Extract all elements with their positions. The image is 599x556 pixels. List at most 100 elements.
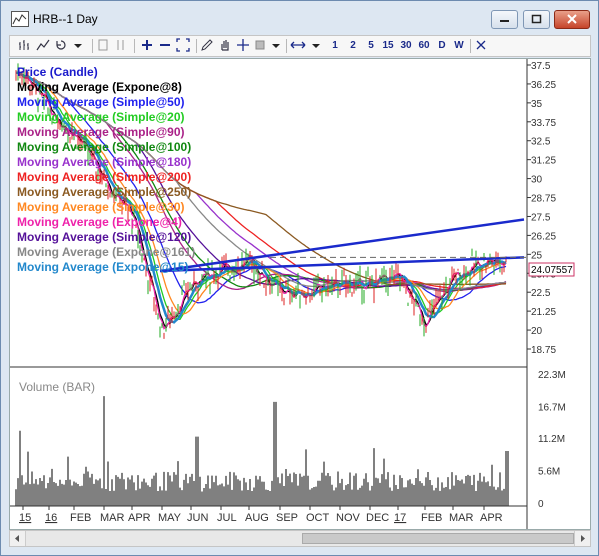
last-price-label: 24.07557 <box>531 265 573 276</box>
toolbar-divider <box>196 39 197 53</box>
minimize-icon <box>499 20 509 22</box>
legend-entry: Moving Average (Expone@161) <box>17 245 195 259</box>
period-daily-button[interactable]: D <box>435 38 449 54</box>
volume-tick-label: 22.3M <box>538 370 566 381</box>
volume-tick-label: 16.7M <box>538 402 566 413</box>
time-tick-label: SEP <box>276 512 298 524</box>
legend-entry: Moving Average (Simple@100) <box>17 140 191 154</box>
chart-window: HRB--1 Day 1 2 5 15 30 60 D W Price (Can… <box>0 0 599 556</box>
toolbar-divider <box>286 39 287 53</box>
period-15-button[interactable]: 15 <box>380 38 396 54</box>
volume-tick-label: 5.6M <box>538 467 560 478</box>
horizontal-scrollbar[interactable] <box>9 530 591 547</box>
legend-entry: Moving Average (Simple@90) <box>17 125 185 139</box>
dropdown-arrow-icon[interactable] <box>72 38 84 54</box>
fit-screen-icon[interactable] <box>176 38 190 54</box>
period-30-button[interactable]: 30 <box>398 38 414 54</box>
window-title: HRB--1 Day <box>33 12 98 26</box>
toolbar-divider <box>470 39 471 53</box>
zoom-in-icon[interactable] <box>140 38 154 54</box>
time-tick-label: DEC <box>366 512 389 524</box>
period-1-button[interactable]: 1 <box>328 38 342 54</box>
price-tick-label: 18.75 <box>531 345 556 356</box>
arrow-left-icon <box>15 535 19 542</box>
scroll-left-button[interactable] <box>10 531 26 546</box>
maximize-button[interactable] <box>523 10 550 29</box>
period-2-button[interactable]: 2 <box>346 38 360 54</box>
time-tick-label: NOV <box>336 512 361 524</box>
time-tick-label: JUN <box>187 512 208 524</box>
price-axis: 37.5 36.25 35 33.75 32.5 31.25 30 28.75 27.5 26.2… <box>527 61 556 356</box>
toolbar-divider <box>134 39 135 53</box>
maximize-icon <box>531 14 541 24</box>
chart-area[interactable]: Price (Candle) Moving Average (Expone@8) M… <box>9 58 591 530</box>
price-tick-label: 26.25 <box>531 231 556 242</box>
legend-entry: Moving Average (Simple@180) <box>17 155 191 169</box>
legend-entry: Moving Average (Simple@30) <box>17 200 185 214</box>
close-icon <box>567 14 577 24</box>
price-tick-label: 37.5 <box>531 61 551 72</box>
time-axis: 15 16 FEB MAR APR MAY JUN JUL AUG SEP OCT NOV DEC 17 F… <box>19 506 503 524</box>
time-tick-label: 16 <box>45 512 57 524</box>
line-chart-icon[interactable] <box>36 38 50 54</box>
draw-pencil-icon[interactable] <box>200 38 214 54</box>
time-tick-label: APR <box>128 512 151 524</box>
crosshair-icon[interactable] <box>236 38 250 54</box>
time-tick-label: MAY <box>158 512 182 524</box>
legend-entry: Moving Average (Simple@20) <box>17 110 185 124</box>
price-tick-label: 32.5 <box>531 137 551 148</box>
split-panel-icon[interactable] <box>114 38 128 54</box>
time-tick-label: OCT <box>306 512 330 524</box>
time-tick-label: JUL <box>217 512 237 524</box>
dropdown-arrow-icon[interactable] <box>310 38 322 54</box>
horizontal-scroll-icon[interactable] <box>290 38 306 54</box>
chart-app-icon <box>11 11 29 27</box>
legend-entry: Moving Average (Expone@15) <box>17 260 189 274</box>
title-bar: HRB--1 Day <box>1 1 598 35</box>
volume-axis: 22.3M 16.7M 11.2M 5.6M 0 <box>538 370 566 510</box>
volume-tick-label: 11.2M <box>538 434 565 445</box>
scroll-thumb[interactable] <box>302 533 574 544</box>
single-panel-icon[interactable] <box>96 38 110 54</box>
undo-icon[interactable] <box>54 38 68 54</box>
time-tick-label: AUG <box>245 512 269 524</box>
price-tick-label: 36.25 <box>531 80 556 91</box>
close-button[interactable] <box>554 10 590 29</box>
time-tick-label: FEB <box>421 512 442 524</box>
period-5-button[interactable]: 5 <box>364 38 378 54</box>
chart-toolbar: 1 2 5 15 30 60 D W <box>9 35 591 57</box>
legend-entry: Moving Average (Simple@250) <box>17 185 191 199</box>
time-tick-label: APR <box>480 512 503 524</box>
price-tick-label: 21.25 <box>531 307 556 318</box>
legend-entry: Moving Average (Simple@120) <box>17 230 191 244</box>
bar-style-icon[interactable] <box>18 38 32 54</box>
price-tick-label: 33.75 <box>531 118 556 129</box>
zoom-out-icon[interactable] <box>158 38 172 54</box>
arrow-right-icon <box>581 535 585 542</box>
time-tick-label: FEB <box>70 512 91 524</box>
time-tick-label: 15 <box>19 512 31 524</box>
period-weekly-button[interactable]: W <box>452 38 466 54</box>
legend-entry: Moving Average (Simple@200) <box>17 170 191 184</box>
minimize-button[interactable] <box>491 10 518 29</box>
volume-panel-label: Volume (BAR) <box>19 380 95 394</box>
indicator-legend: Price (Candle)Moving Average (Expone@8) M… <box>17 65 195 274</box>
price-tick-label: 28.75 <box>531 194 556 205</box>
period-60-button[interactable]: 60 <box>416 38 432 54</box>
price-tick-label: 27.5 <box>531 212 551 223</box>
price-volume-chart[interactable]: Price (Candle)Moving Average (Expone@8) M… <box>10 59 590 529</box>
legend-entry: Moving Average (Expone@8) <box>17 80 182 94</box>
indicator-icon[interactable] <box>254 38 266 54</box>
dropdown-arrow-icon[interactable] <box>270 38 282 54</box>
time-tick-label: 17 <box>394 512 406 524</box>
toolbar-divider <box>92 39 93 53</box>
price-tick-label: 25 <box>531 250 543 261</box>
time-tick-label: MAR <box>100 512 125 524</box>
price-tick-label: 31.25 <box>531 156 556 167</box>
remove-x-icon[interactable] <box>474 38 488 54</box>
pan-hand-icon[interactable] <box>218 38 232 54</box>
scroll-right-button[interactable] <box>574 531 590 546</box>
price-tick-label: 20 <box>531 326 543 337</box>
legend-entry: Price (Candle) <box>17 65 98 79</box>
price-tick-label: 22.5 <box>531 288 551 299</box>
